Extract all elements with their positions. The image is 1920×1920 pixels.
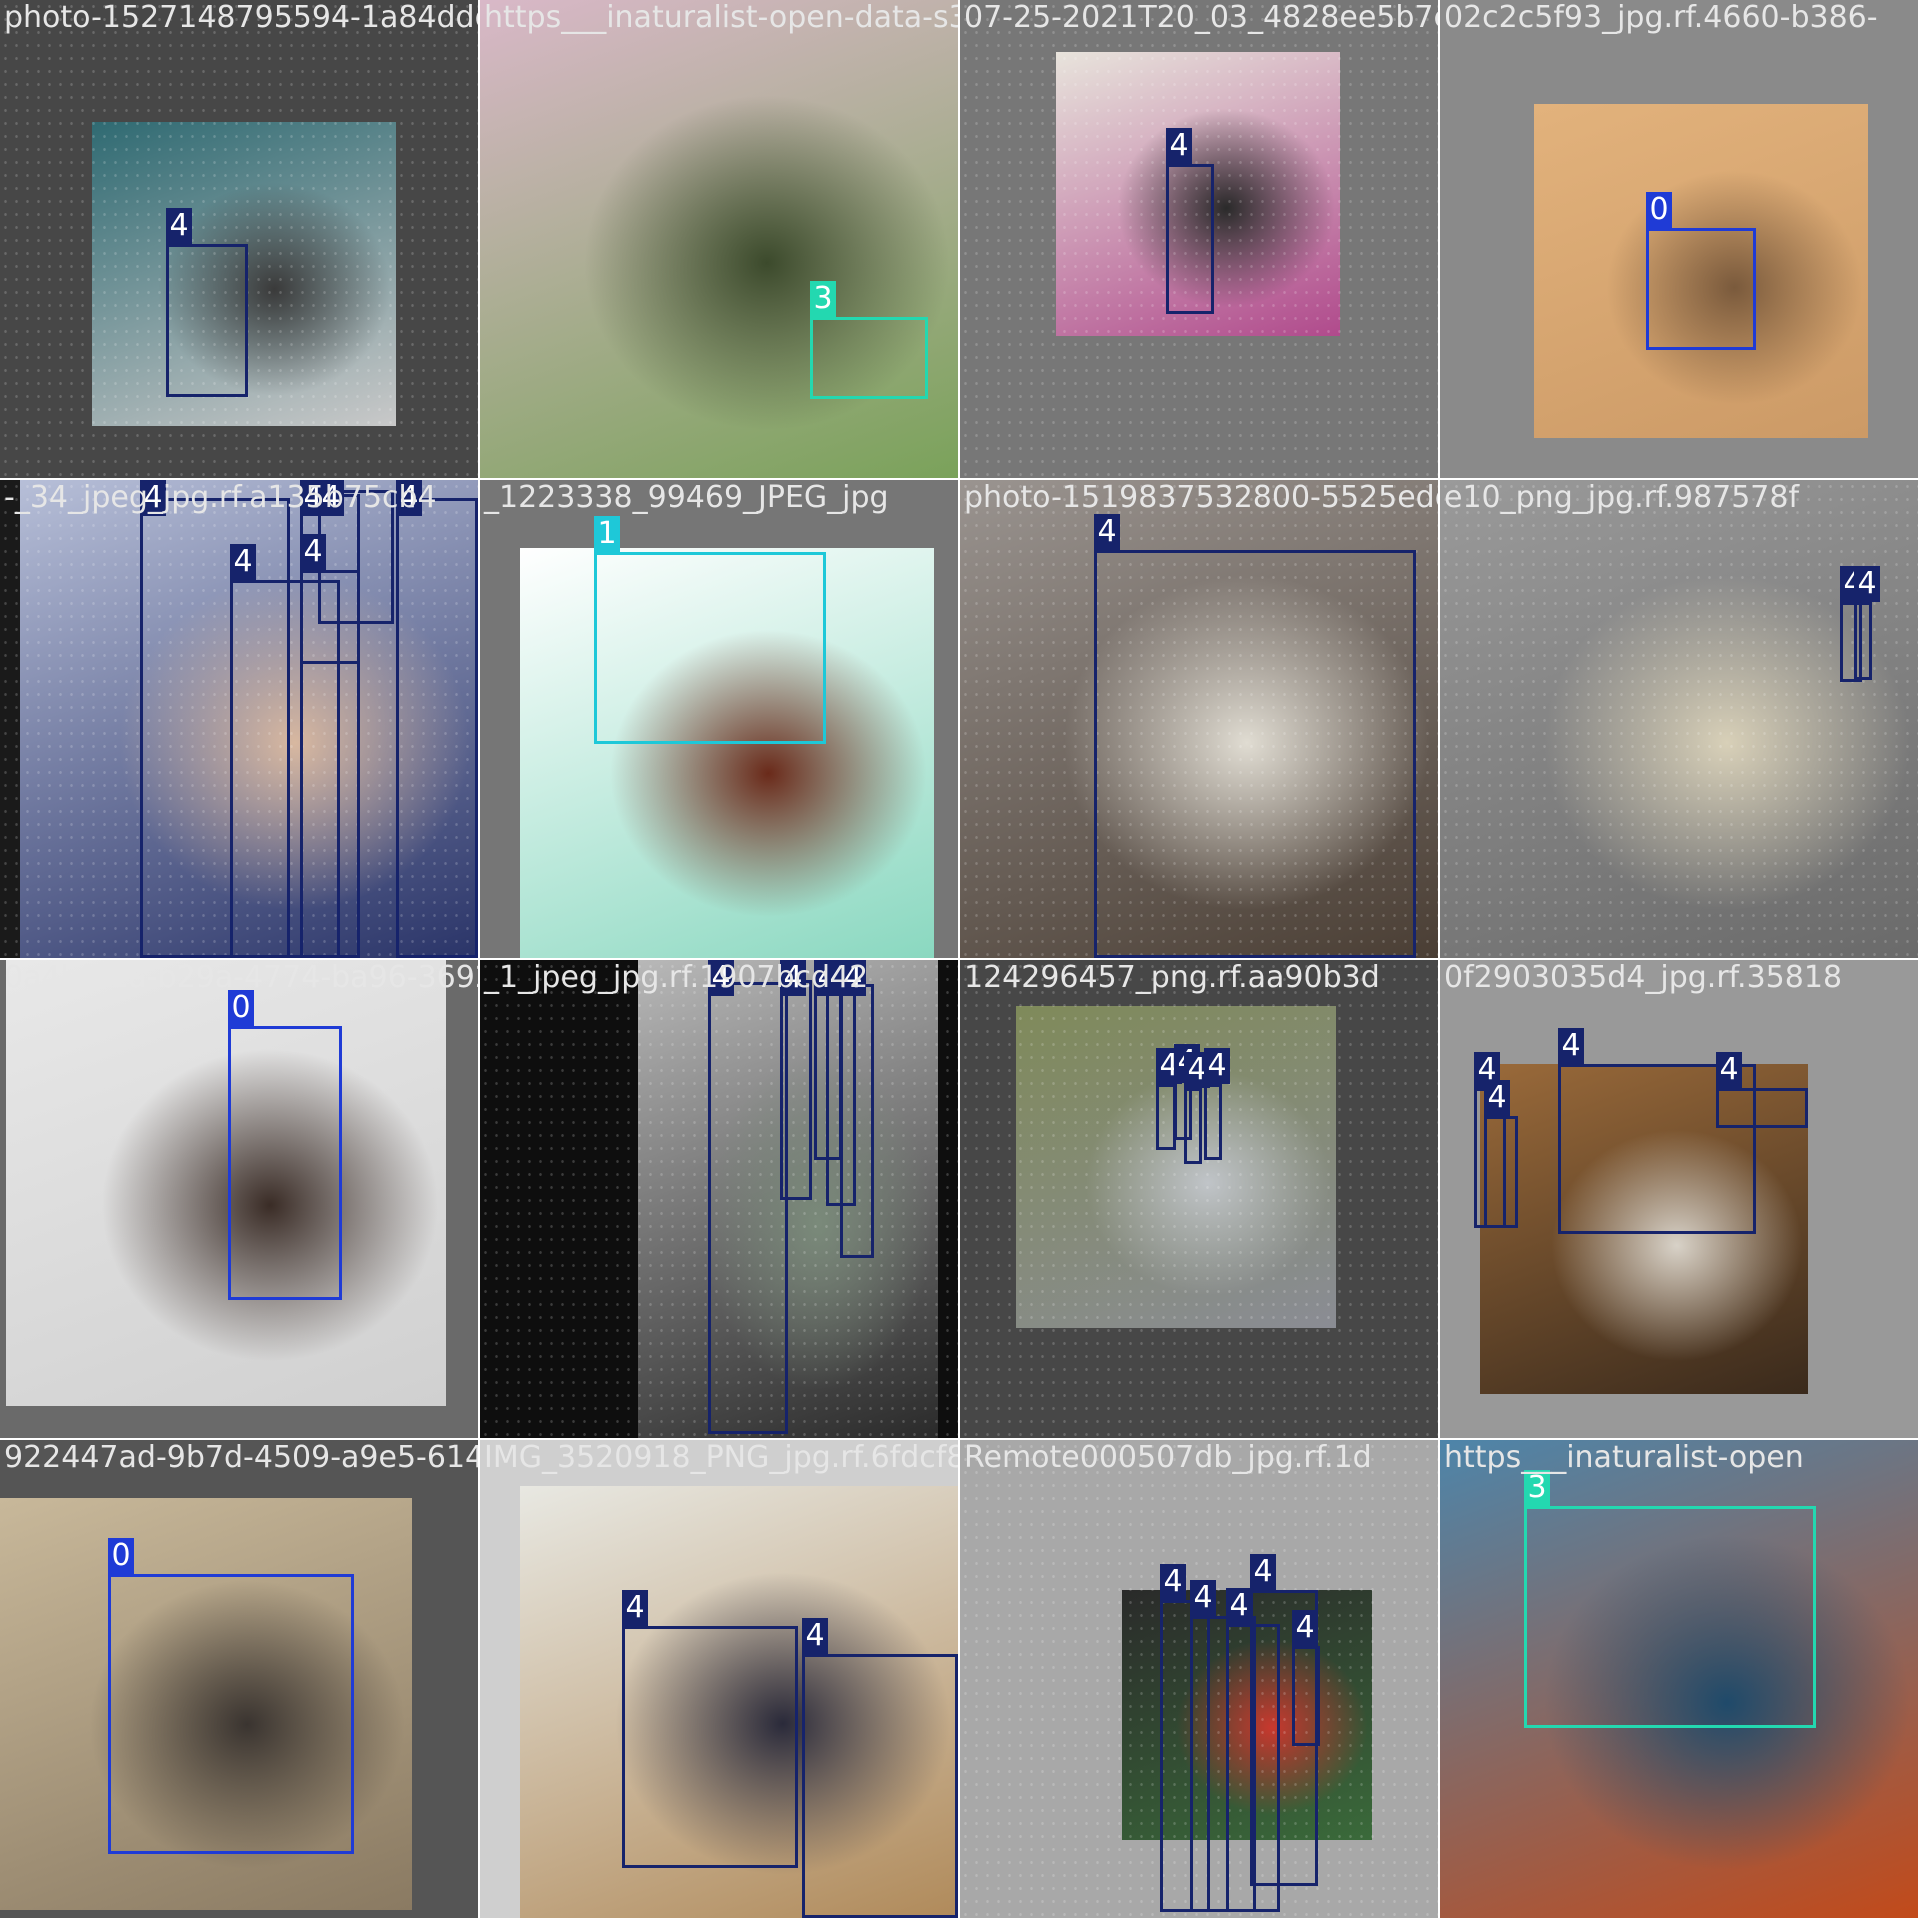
bounding-box xyxy=(1204,1084,1222,1160)
image-tile: 4 4 IMG_3520918_PNG_jpg.rf.6fdcf8 xyxy=(480,1440,958,1918)
bounding-box xyxy=(780,980,812,1200)
bounding-box xyxy=(708,982,788,1434)
bounding-box xyxy=(1716,1088,1808,1128)
class-label: 4 xyxy=(300,534,326,570)
class-label: 3 xyxy=(810,281,836,317)
tile-filename: Remote000507db_jpg.rf.1d xyxy=(964,1440,1372,1475)
class-label: 4 xyxy=(1094,514,1120,550)
image-tile: 1 _1223338_99469_JPEG_jpg xyxy=(480,480,958,958)
tile-filename: photo-1527148795594-1a84ddd563e8 xyxy=(4,0,478,35)
image-tile: 4 07-25-2021T20_03_4828ee5b7c5d98_jpg.rf xyxy=(960,0,1438,478)
bounding-box xyxy=(1524,1506,1816,1728)
bounding-box xyxy=(1292,1646,1320,1746)
class-label: 1 xyxy=(594,516,620,552)
class-label: 4 xyxy=(230,544,256,580)
tile-filename: IMG_3520918_PNG_jpg.rf.6fdcf8 xyxy=(484,1440,958,1475)
tile-photo xyxy=(1440,480,1918,958)
tile-filename: _1_jpeg_jpg.rf.1907bcd42 xyxy=(484,960,869,995)
image-tile: 4 4 e10_png_jpg.rf.987578f xyxy=(1440,480,1918,958)
tile-filename: 0f2903035d4_jpg.rf.35818 xyxy=(1444,960,1843,995)
tile-filename: https___inaturalist-open-data-s3.amazo xyxy=(484,0,958,35)
class-label: 4 xyxy=(1854,566,1880,602)
bounding-box xyxy=(166,244,248,397)
class-label: 4 xyxy=(1250,1554,1276,1590)
tile-filename: -_34_jpeg_jpg.rf.a135b75cb4 xyxy=(4,480,437,515)
bounding-box xyxy=(228,1026,342,1300)
class-label: 4 xyxy=(622,1590,648,1626)
image-tile: 4 photo-1527148795594-1a84ddd563e8 xyxy=(0,0,478,478)
class-label: 4 xyxy=(1226,1588,1252,1624)
class-label: 4 xyxy=(1292,1610,1318,1646)
image-tile: 0 02c2c5f93_jpg.rf.4660-b386- xyxy=(1440,0,1918,478)
class-label: 4 xyxy=(1166,128,1192,164)
class-label: 4 xyxy=(1558,1028,1584,1064)
class-label: 4 xyxy=(166,208,192,244)
image-tile: 4photo-1519837532800-5525edd7d49 xyxy=(960,480,1438,958)
bounding-box xyxy=(1854,602,1872,680)
bounding-box xyxy=(622,1626,798,1868)
image-tile: 44444_1_jpeg_jpg.rf.1907bcd42 xyxy=(480,960,958,1438)
bounding-box xyxy=(1646,228,1756,350)
tile-filename: 0a4bf71a-b29a-4774-ba96-3692 xyxy=(4,960,478,995)
class-label: 3 xyxy=(1524,1470,1550,1506)
bounding-box xyxy=(396,498,478,958)
image-tile: 0 922447ad-9b7d-4509-a9e5-6145 xyxy=(0,1440,478,1918)
tile-filename: photo-1519837532800-5525edd7d49 xyxy=(964,480,1438,515)
bounding-box xyxy=(108,1574,354,1854)
image-tile: 4444124296457_png.rf.aa90b3d xyxy=(960,960,1438,1438)
class-label: 4 xyxy=(1716,1052,1742,1088)
class-label: 4 xyxy=(1160,1564,1186,1600)
bounding-box xyxy=(594,552,826,744)
bounding-box xyxy=(1094,550,1416,958)
bounding-box xyxy=(1184,1088,1202,1164)
bounding-box xyxy=(840,984,874,1258)
class-label: 4 xyxy=(1484,1080,1510,1116)
bounding-box xyxy=(1156,1084,1176,1150)
mosaic-grid: 4photo-1527148795594-1a84ddd563e83https_… xyxy=(0,0,1920,1920)
bounding-box xyxy=(300,570,360,958)
image-tile: 4 4 4 4 0f2903035d4_jpg.rf.35818 xyxy=(1440,960,1918,1438)
bounding-box xyxy=(810,317,928,399)
tile-filename: 07-25-2021T20_03_4828ee5b7c5d98_jpg.rf xyxy=(964,0,1438,35)
class-label: 4 xyxy=(1190,1580,1216,1616)
image-tile: 3 https___inaturalist-open xyxy=(1440,1440,1918,1918)
image-tile: 4 4 4 4 4 Remote000507db_jpg.rf.1d xyxy=(960,1440,1438,1918)
tile-filename: 02c2c5f93_jpg.rf.4660-b386- xyxy=(1444,0,1878,35)
tile-photo xyxy=(6,960,446,1406)
bounding-box xyxy=(802,1654,958,1918)
tile-filename: e10_png_jpg.rf.987578f xyxy=(1444,480,1800,515)
class-label: 4 xyxy=(802,1618,828,1654)
bounding-box xyxy=(1484,1116,1518,1228)
tile-photo xyxy=(480,0,958,478)
image-tile: 4 4 4 4 4 4 -_34_jpeg_jpg.rf.a135b75cb4 xyxy=(0,480,478,958)
tile-filename: _1223338_99469_JPEG_jpg xyxy=(484,480,889,515)
tile-filename: 124296457_png.rf.aa90b3d xyxy=(964,960,1380,995)
tile-filename: 922447ad-9b7d-4509-a9e5-6145 xyxy=(4,1440,478,1475)
class-label: 4 xyxy=(1204,1048,1230,1084)
image-tile: 3 https___inaturalist-open-data-s3.amazo xyxy=(480,0,958,478)
image-tile: 0 0a4bf71a-b29a-4774-ba96-3692 xyxy=(0,960,478,1438)
class-label: 0 xyxy=(108,1538,134,1574)
bounding-box xyxy=(1166,164,1214,314)
class-label: 0 xyxy=(1646,192,1672,228)
tile-filename: https___inaturalist-open xyxy=(1444,1440,1804,1475)
class-label: 0 xyxy=(228,990,254,1026)
